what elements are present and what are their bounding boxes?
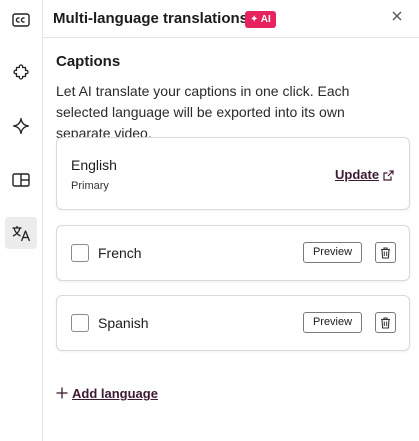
rail-item-plugins[interactable] <box>5 56 37 88</box>
language-row-spanish: Spanish Preview <box>56 295 410 351</box>
rail-item-captions[interactable] <box>5 4 37 36</box>
panel-header: Multi-language translations ✦ AI <box>43 0 419 38</box>
language-name: French <box>98 245 142 261</box>
primary-language-role: Primary <box>71 180 109 192</box>
ai-badge: ✦ AI <box>245 11 276 28</box>
language-row-french: French Preview <box>56 225 410 281</box>
language-checkbox[interactable] <box>71 314 89 332</box>
close-icon <box>392 11 402 21</box>
close-button[interactable] <box>389 8 405 24</box>
add-language-label: Add language <box>72 386 158 401</box>
delete-language-button[interactable] <box>375 242 396 263</box>
primary-language-name: English <box>71 157 117 173</box>
panel-title: Multi-language translations <box>53 10 249 27</box>
puzzle-icon <box>13 64 29 80</box>
preview-button[interactable]: Preview <box>303 242 362 263</box>
language-checkbox[interactable] <box>71 244 89 262</box>
trash-icon <box>381 316 390 329</box>
translations-panel: Multi-language translations ✦ AI Caption… <box>43 0 419 441</box>
captions-icon <box>12 13 30 27</box>
rail-item-ai[interactable] <box>5 110 37 142</box>
language-name: Spanish <box>98 315 149 331</box>
external-link-icon <box>383 170 394 181</box>
translate-icon <box>12 226 31 242</box>
update-link[interactable]: Update <box>335 167 379 182</box>
primary-language-card: English Primary Update <box>56 137 410 210</box>
plus-icon <box>56 387 68 399</box>
rail-item-translations[interactable] <box>5 217 37 249</box>
left-rail <box>0 0 43 441</box>
captions-description: Let AI translate your captions in one cl… <box>56 83 350 141</box>
layout-icon <box>12 173 30 187</box>
rail-item-layout[interactable] <box>5 164 37 196</box>
sparkle-icon <box>12 117 30 135</box>
preview-button[interactable]: Preview <box>303 312 362 333</box>
captions-heading: Captions <box>56 53 121 70</box>
trash-icon <box>381 246 390 259</box>
delete-language-button[interactable] <box>375 312 396 333</box>
